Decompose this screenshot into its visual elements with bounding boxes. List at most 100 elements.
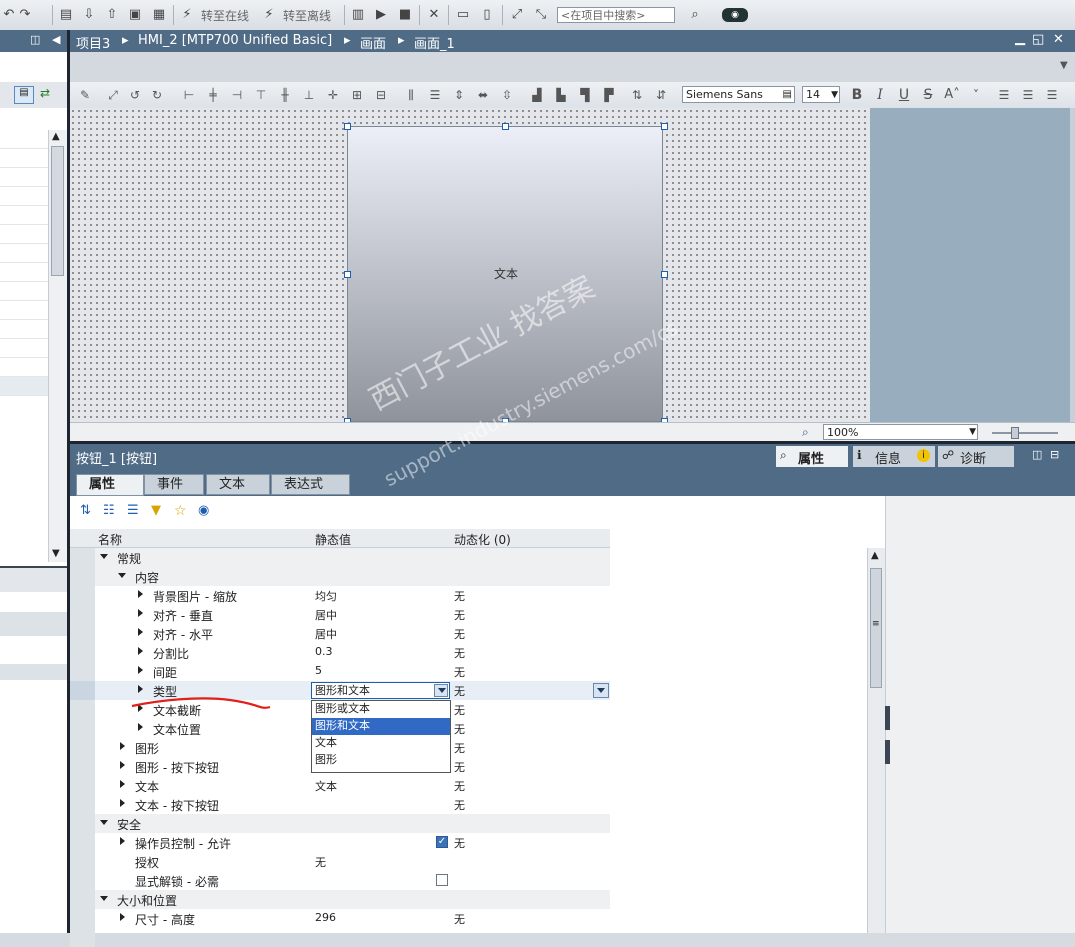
property-grid-scrollbar[interactable]: ▲ ≡ xyxy=(867,548,885,933)
resize-handle[interactable] xyxy=(661,123,668,130)
breadcrumb-device[interactable]: HMI_2 [MTP700 Unified Basic] xyxy=(138,33,332,48)
tab-expressions[interactable]: 表达式 xyxy=(271,474,350,495)
rotate-left-icon[interactable]: ↺ xyxy=(126,86,144,104)
resize-handle[interactable] xyxy=(661,271,668,278)
breadcrumb-project[interactable]: 项目3 xyxy=(76,33,110,52)
resize-handle[interactable] xyxy=(502,123,509,130)
font-grow-icon[interactable]: A˄ xyxy=(943,86,961,104)
font-family-select[interactable]: Siemens Sans ▤ xyxy=(682,86,795,103)
go-online-icon[interactable]: ⚡ xyxy=(178,6,196,24)
list-item[interactable] xyxy=(0,339,48,358)
list-item[interactable] xyxy=(0,187,48,206)
splitter-grip[interactable] xyxy=(885,706,890,730)
distribute-h-icon[interactable]: ⊟ xyxy=(372,86,390,104)
breadcrumb-screens[interactable]: 画面 xyxy=(360,33,386,52)
column-header-static-value[interactable]: 静态值 xyxy=(315,531,351,548)
explicit-unlock-checkbox[interactable] xyxy=(436,874,448,886)
view-icon[interactable]: ◉ xyxy=(198,503,209,518)
upload-icon[interactable]: ⇧ xyxy=(103,6,121,24)
export-icon[interactable]: ⇄ xyxy=(40,86,50,100)
close-icon[interactable]: ✕ xyxy=(1053,32,1064,47)
font-shrink-icon[interactable]: ˅ xyxy=(967,86,985,104)
text-align-left-icon[interactable]: ☰ xyxy=(995,86,1013,104)
same-height-icon[interactable]: ☰ xyxy=(426,86,444,104)
format-painter-icon[interactable]: ✎ xyxy=(76,86,94,104)
table-row[interactable]: 背景图片 - 缩放 均匀无 xyxy=(70,586,610,605)
type-option[interactable]: 图形或文本 xyxy=(312,701,450,718)
close-icon[interactable]: ✕ xyxy=(425,6,443,24)
download-to-device-icon[interactable]: ▣ xyxy=(126,6,144,24)
zoom-icon[interactable]: ⌕ xyxy=(802,425,809,440)
italic-button[interactable]: I xyxy=(871,86,889,104)
restore-editor-icon[interactable]: ⤡ xyxy=(532,6,550,24)
list-item[interactable] xyxy=(0,301,48,320)
inspector-tab-properties[interactable]: ⌕ 属性 xyxy=(776,446,848,467)
zoom-select[interactable]: 100% ▼ xyxy=(823,424,978,440)
bring-forward-icon[interactable]: ▜ xyxy=(576,86,594,104)
spacing-icon[interactable]: ⇳ xyxy=(498,86,516,104)
breadcrumb-screen[interactable]: 画面_1 xyxy=(414,33,455,52)
start-simulation-icon[interactable]: ▶ xyxy=(372,6,390,24)
table-row[interactable]: 对齐 - 垂直 居中无 xyxy=(70,605,610,624)
same-width-icon[interactable]: ⫼ xyxy=(402,86,420,104)
table-row[interactable]: 授权无 xyxy=(70,852,610,871)
accessible-devices-icon[interactable]: ▥ xyxy=(349,6,367,24)
group-icon[interactable]: ☷ xyxy=(103,503,115,518)
send-backward-icon[interactable]: ▛ xyxy=(600,86,618,104)
scroll-up-icon[interactable]: ▲ xyxy=(52,131,60,142)
send-back-icon[interactable]: ▙ xyxy=(552,86,570,104)
collapse-icon[interactable]: ◫ xyxy=(30,33,40,46)
redo-icon[interactable]: ↷ xyxy=(16,6,34,24)
runtime-icon[interactable]: ▦ xyxy=(150,6,168,24)
zoom-area-icon[interactable]: ⤢ xyxy=(104,86,122,104)
chevron-down-icon[interactable]: ▼ xyxy=(1060,60,1068,71)
align-left-icon[interactable]: ⊢ xyxy=(180,86,198,104)
bold-button[interactable]: B xyxy=(848,86,866,104)
type-select[interactable]: 图形和文本 xyxy=(311,682,450,699)
bring-front-icon[interactable]: ▟ xyxy=(528,86,546,104)
download-icon[interactable]: ⇩ xyxy=(80,6,98,24)
list-view-icon[interactable]: ☰ xyxy=(127,503,139,518)
scroll-down-icon[interactable]: ▼ xyxy=(52,548,60,559)
split-vertical-icon[interactable]: ▯ xyxy=(478,6,496,24)
project-tree-scrollbar[interactable]: ▲ ▼ xyxy=(48,130,67,562)
text-align-center-icon[interactable]: ☰ xyxy=(1019,86,1037,104)
strikethrough-button[interactable]: S xyxy=(919,86,937,104)
table-row[interactable]: 显式解锁 - 必需 xyxy=(70,871,610,890)
column-header-dynamization[interactable]: 动态化 (0) xyxy=(454,531,511,548)
zoom-slider-handle[interactable] xyxy=(1011,427,1019,439)
list-item[interactable] xyxy=(0,168,48,187)
text-align-right-icon[interactable]: ☰ xyxy=(1043,86,1061,104)
resize-handle[interactable] xyxy=(344,123,351,130)
list-item[interactable] xyxy=(0,282,48,301)
chevron-left-icon[interactable]: ◀ xyxy=(52,33,60,46)
list-item[interactable] xyxy=(0,320,48,339)
same-size-icon[interactable]: ⬌ xyxy=(474,86,492,104)
restore-icon[interactable]: ◱ xyxy=(1032,32,1044,47)
minimize-icon[interactable]: ▁ xyxy=(1015,31,1025,46)
table-row[interactable]: 间距 5 无 xyxy=(70,662,610,681)
align-center-icon[interactable]: ╪ xyxy=(204,86,222,104)
stretch-icon[interactable]: ⇕ xyxy=(450,86,468,104)
column-header-name[interactable]: 名称 xyxy=(98,531,122,548)
align-bottom-icon[interactable]: ⊥ xyxy=(300,86,318,104)
center-icon[interactable]: ✛ xyxy=(324,86,342,104)
tab-texts[interactable]: 文本 xyxy=(206,474,270,495)
list-item-selected[interactable] xyxy=(0,377,48,396)
filter-icon[interactable]: ▼ xyxy=(151,503,161,518)
list-item[interactable] xyxy=(0,244,48,263)
split-horizontal-icon[interactable]: ▭ xyxy=(454,6,472,24)
stop-simulation-icon[interactable]: ■ xyxy=(396,6,414,24)
underline-button[interactable]: U xyxy=(895,86,913,104)
tab-properties[interactable]: 属性 xyxy=(76,474,144,496)
zoom-slider[interactable] xyxy=(992,432,1058,434)
tab-events[interactable]: 事件 xyxy=(144,474,204,495)
list-item[interactable] xyxy=(0,206,48,225)
table-row[interactable]: 大小和位置 xyxy=(70,890,610,909)
canvas-scrollbar[interactable] xyxy=(1070,108,1075,422)
go-online-button[interactable]: 转至在线 xyxy=(201,7,249,24)
align-right-icon[interactable]: ⊣ xyxy=(228,86,246,104)
go-offline-icon[interactable]: ⚡ xyxy=(260,6,278,24)
sort-icon[interactable]: ⇅ xyxy=(80,503,91,518)
float-icon[interactable]: ◫ xyxy=(1032,448,1042,461)
